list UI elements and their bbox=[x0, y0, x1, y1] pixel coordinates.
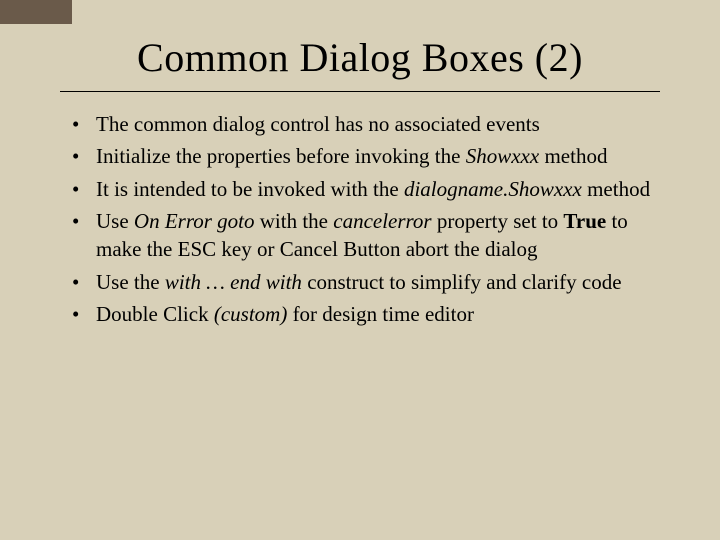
title-rule bbox=[60, 91, 660, 92]
list-item: The common dialog control has no associa… bbox=[90, 110, 652, 138]
text: Use bbox=[96, 209, 134, 233]
text: Initialize the properties before invokin… bbox=[96, 144, 466, 168]
text: Double Click bbox=[96, 302, 214, 326]
keyword: True bbox=[563, 209, 606, 233]
text: The common dialog control has no associa… bbox=[96, 112, 540, 136]
text: method bbox=[539, 144, 607, 168]
code-term: dialogname.Showxxx bbox=[404, 177, 582, 201]
slide: Common Dialog Boxes (2) The common dialo… bbox=[0, 0, 720, 328]
list-item: Use On Error goto with the cancelerror p… bbox=[90, 207, 652, 264]
text: method bbox=[582, 177, 650, 201]
text: construct to simplify and clarify code bbox=[302, 270, 622, 294]
list-item: It is intended to be invoked with the di… bbox=[90, 175, 652, 203]
code-term: (custom) bbox=[214, 302, 287, 326]
text: for design time editor bbox=[287, 302, 474, 326]
list-item: Use the with … end with construct to sim… bbox=[90, 268, 652, 296]
code-term: with … end with bbox=[165, 270, 302, 294]
code-term: On Error goto bbox=[134, 209, 255, 233]
list-item: Double Click (custom) for design time ed… bbox=[90, 300, 652, 328]
code-term: Showxxx bbox=[466, 144, 539, 168]
corner-tab bbox=[0, 0, 72, 24]
bullet-list: The common dialog control has no associa… bbox=[60, 110, 660, 328]
list-item: Initialize the properties before invokin… bbox=[90, 142, 652, 170]
text: property set to bbox=[432, 209, 564, 233]
text: Use the bbox=[96, 270, 165, 294]
slide-title: Common Dialog Boxes (2) bbox=[60, 34, 660, 81]
text: with the bbox=[255, 209, 334, 233]
code-term: cancelerror bbox=[333, 209, 431, 233]
text: It is intended to be invoked with the bbox=[96, 177, 404, 201]
